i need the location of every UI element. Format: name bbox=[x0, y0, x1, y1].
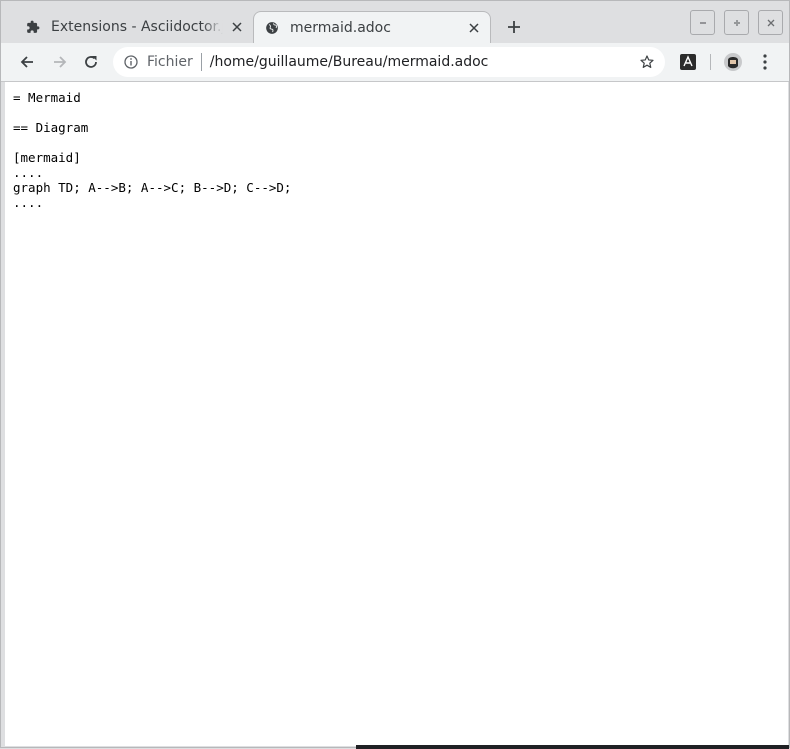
toolbar-divider bbox=[710, 54, 711, 70]
browser-window: Extensions - Asciidoctor.js mermaid.adoc bbox=[0, 0, 790, 749]
tab-title: mermaid.adoc bbox=[290, 19, 391, 36]
doc-line: graph TD; A-->B; A-->C; B-->D; C-->D; bbox=[13, 180, 292, 195]
horizontal-scroll-indicator bbox=[356, 745, 789, 749]
tab-mermaid[interactable]: mermaid.adoc bbox=[253, 11, 491, 43]
puzzle-icon bbox=[25, 19, 41, 35]
doc-line: .... bbox=[13, 165, 44, 180]
reload-button[interactable] bbox=[79, 50, 103, 74]
profile-avatar-icon[interactable] bbox=[721, 50, 745, 74]
menu-kebab-icon[interactable] bbox=[753, 50, 777, 74]
doc-line: == Diagram bbox=[13, 120, 89, 135]
doc-line: = Mermaid bbox=[13, 90, 81, 105]
browser-toolbar: Fichier /home/guillaume/Bureau/mermaid.a… bbox=[1, 43, 789, 82]
minimize-button[interactable] bbox=[690, 10, 715, 35]
star-icon[interactable] bbox=[637, 52, 657, 72]
security-chip[interactable]: Fichier bbox=[147, 54, 193, 70]
tab-title: Extensions - Asciidoctor.js bbox=[51, 19, 223, 35]
document-source: = Mermaid == Diagram [mermaid] .... grap… bbox=[13, 90, 291, 210]
info-icon[interactable] bbox=[123, 54, 139, 70]
chip-divider bbox=[200, 53, 202, 71]
globe-icon bbox=[264, 20, 280, 36]
tab-extensions[interactable]: Extensions - Asciidoctor.js bbox=[15, 11, 253, 43]
maximize-button[interactable] bbox=[724, 10, 749, 35]
window-close-button[interactable] bbox=[758, 10, 783, 35]
address-bar[interactable]: Fichier /home/guillaume/Bureau/mermaid.a… bbox=[113, 47, 665, 77]
close-icon[interactable] bbox=[464, 18, 484, 38]
asciidoctor-extension-icon[interactable] bbox=[676, 50, 700, 74]
close-icon[interactable] bbox=[227, 17, 247, 37]
back-button[interactable] bbox=[15, 50, 39, 74]
doc-line: [mermaid] bbox=[13, 150, 81, 165]
url-text[interactable]: /home/guillaume/Bureau/mermaid.adoc bbox=[210, 54, 637, 70]
forward-button[interactable] bbox=[48, 50, 72, 74]
new-tab-button[interactable] bbox=[503, 16, 525, 38]
page-content: = Mermaid == Diagram [mermaid] .... grap… bbox=[5, 82, 788, 746]
doc-line: .... bbox=[13, 195, 44, 210]
tab-strip: Extensions - Asciidoctor.js mermaid.adoc bbox=[1, 1, 790, 43]
